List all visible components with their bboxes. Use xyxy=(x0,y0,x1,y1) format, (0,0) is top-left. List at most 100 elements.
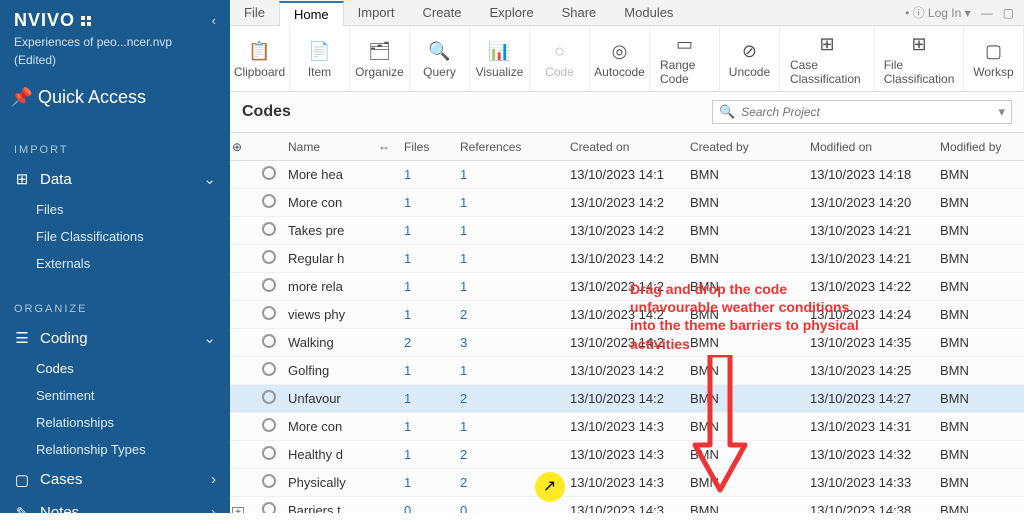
collapse-sidebar-icon[interactable]: ‹ xyxy=(212,13,216,28)
cell-files[interactable]: 1 xyxy=(402,447,458,462)
tab-share[interactable]: Share xyxy=(548,1,611,24)
table-row[interactable]: More con1113/10/2023 14:3BMN13/10/2023 1… xyxy=(230,413,1024,441)
tab-create[interactable]: Create xyxy=(408,1,475,24)
cell-files[interactable]: 1 xyxy=(402,279,458,294)
cell-files[interactable]: 1 xyxy=(402,419,458,434)
table-row[interactable]: more rela1113/10/2023 14:2BMN13/10/2023 … xyxy=(230,273,1024,301)
col-name[interactable]: Name xyxy=(286,140,376,154)
ribbon: 📋Clipboard📄Item🗂Organize🔍Query📊Visualize… xyxy=(230,26,1024,92)
cell-created-by: BMN xyxy=(688,307,808,322)
cell-name: Takes pre xyxy=(286,223,376,238)
cell-created-on: 13/10/2023 14:2 xyxy=(568,223,688,238)
cell-modified-on: 13/10/2023 14:21 xyxy=(808,223,938,238)
ribbon-uncode[interactable]: ⊘Uncode xyxy=(720,26,780,91)
code-marker-icon xyxy=(262,390,276,404)
col-link[interactable]: ⇔ xyxy=(376,140,402,154)
col-files[interactable]: Files xyxy=(402,140,458,154)
ribbon-query[interactable]: 🔍Query xyxy=(410,26,470,91)
cell-refs[interactable]: 0 xyxy=(458,503,568,513)
tab-file[interactable]: File xyxy=(230,1,279,24)
nav-cases[interactable]: ▢ Cases › xyxy=(0,463,230,496)
code-marker-icon xyxy=(262,306,276,320)
nav-coding[interactable]: ☰ Coding ⌄ xyxy=(0,321,230,355)
window-min-icon[interactable]: — xyxy=(981,6,993,20)
worksp-icon: ▢ xyxy=(985,39,1002,65)
cell-refs[interactable]: 3 xyxy=(458,335,568,350)
ribbon-range-code[interactable]: ▭Range Code xyxy=(650,26,720,91)
quick-access[interactable]: 📌 Quick Access xyxy=(0,77,230,118)
cell-files[interactable]: 1 xyxy=(402,223,458,238)
search-dropdown-icon[interactable]: ▾ xyxy=(998,104,1005,120)
login-link[interactable]: • ⓘ Log In ▾ xyxy=(905,4,971,21)
cell-files[interactable]: 1 xyxy=(402,391,458,406)
nav-files[interactable]: Files xyxy=(0,196,230,223)
table-row[interactable]: Regular h1113/10/2023 14:2BMN13/10/2023 … xyxy=(230,245,1024,273)
col-created-on[interactable]: Created on xyxy=(568,140,688,154)
cell-refs[interactable]: 1 xyxy=(458,223,568,238)
cell-files[interactable]: 1 xyxy=(402,475,458,490)
tab-import[interactable]: Import xyxy=(344,1,409,24)
ribbon-clipboard[interactable]: 📋Clipboard xyxy=(230,26,290,91)
search-input[interactable] xyxy=(741,105,992,119)
tab-explore[interactable]: Explore xyxy=(476,1,548,24)
ribbon-organize[interactable]: 🗂Organize xyxy=(350,26,410,91)
nav-file-classifications[interactable]: File Classifications xyxy=(0,223,230,250)
cell-files[interactable]: 1 xyxy=(402,363,458,378)
search-project[interactable]: 🔍 ▾ xyxy=(712,100,1012,124)
table-row[interactable]: Unfavour1213/10/2023 14:2BMN13/10/2023 1… xyxy=(230,385,1024,413)
cell-files[interactable]: 0 xyxy=(402,503,458,513)
expand-icon[interactable]: + xyxy=(232,507,244,514)
table-row[interactable]: Walking2313/10/2023 14:2BMN13/10/2023 14… xyxy=(230,329,1024,357)
nav-relationships[interactable]: Relationships xyxy=(0,409,230,436)
table-row[interactable]: Takes pre1113/10/2023 14:2BMN13/10/2023 … xyxy=(230,217,1024,245)
ribbon-worksp[interactable]: ▢Worksp xyxy=(964,26,1024,91)
nav-sentiment[interactable]: Sentiment xyxy=(0,382,230,409)
cell-refs[interactable]: 1 xyxy=(458,419,568,434)
window-max-icon[interactable]: ▢ xyxy=(1003,6,1014,20)
table-row[interactable]: More hea1113/10/2023 14:1BMN13/10/2023 1… xyxy=(230,161,1024,189)
cell-refs[interactable]: 2 xyxy=(458,307,568,322)
ribbon-autocode[interactable]: ◎Autocode xyxy=(590,26,650,91)
cell-files[interactable]: 1 xyxy=(402,167,458,182)
cell-modified-on: 13/10/2023 14:35 xyxy=(808,335,938,350)
tab-modules[interactable]: Modules xyxy=(610,1,687,24)
ribbon-case-classification[interactable]: ⊞Case Classification xyxy=(780,26,875,91)
cell-files[interactable]: 1 xyxy=(402,195,458,210)
content-header: Codes 🔍 ▾ xyxy=(230,92,1024,133)
cell-files[interactable]: 1 xyxy=(402,307,458,322)
cell-refs[interactable]: 1 xyxy=(458,363,568,378)
cell-files[interactable]: 1 xyxy=(402,251,458,266)
col-refs[interactable]: References xyxy=(458,140,568,154)
ribbon-file-classification[interactable]: ⊞File Classification xyxy=(875,26,964,91)
table-row[interactable]: +Barriers t0013/10/2023 14:3BMN13/10/202… xyxy=(230,497,1024,513)
cell-refs[interactable]: 2 xyxy=(458,475,568,490)
ribbon-visualize[interactable]: 📊Visualize xyxy=(470,26,530,91)
col-created-by[interactable]: Created by xyxy=(688,140,808,154)
cell-refs[interactable]: 2 xyxy=(458,447,568,462)
nav-data[interactable]: ⊞ Data ⌄ xyxy=(0,162,230,196)
cell-refs[interactable]: 1 xyxy=(458,279,568,294)
cell-refs[interactable]: 1 xyxy=(458,251,568,266)
col-expand[interactable]: ⊕ xyxy=(230,140,260,154)
table-row[interactable]: Healthy d1213/10/2023 14:3BMN13/10/2023 … xyxy=(230,441,1024,469)
nav-externals[interactable]: Externals xyxy=(0,250,230,277)
table-row[interactable]: Golfing1113/10/2023 14:2BMN13/10/2023 14… xyxy=(230,357,1024,385)
ribbon-item[interactable]: 📄Item xyxy=(290,26,350,91)
ribbon-label: Visualize xyxy=(476,65,524,79)
nav-relationship-types[interactable]: Relationship Types xyxy=(0,436,230,463)
cell-refs[interactable]: 2 xyxy=(458,391,568,406)
col-modified-by[interactable]: Modified by xyxy=(938,140,1024,154)
cell-modified-by: BMN xyxy=(938,167,1024,182)
cell-files[interactable]: 2 xyxy=(402,335,458,350)
ribbon-label: Uncode xyxy=(729,65,770,79)
tab-home[interactable]: Home xyxy=(279,1,344,26)
cell-refs[interactable]: 1 xyxy=(458,167,568,182)
cell-modified-on: 13/10/2023 14:27 xyxy=(808,391,938,406)
nav-codes[interactable]: Codes xyxy=(0,355,230,382)
table-row[interactable]: Physically1213/10/2023 14:3BMN13/10/2023… xyxy=(230,469,1024,497)
code-marker-icon xyxy=(262,194,276,208)
cell-refs[interactable]: 1 xyxy=(458,195,568,210)
table-row[interactable]: More con1113/10/2023 14:2BMN13/10/2023 1… xyxy=(230,189,1024,217)
col-modified-on[interactable]: Modified on xyxy=(808,140,938,154)
table-row[interactable]: views phy1213/10/2023 14:2BMN13/10/2023 … xyxy=(230,301,1024,329)
